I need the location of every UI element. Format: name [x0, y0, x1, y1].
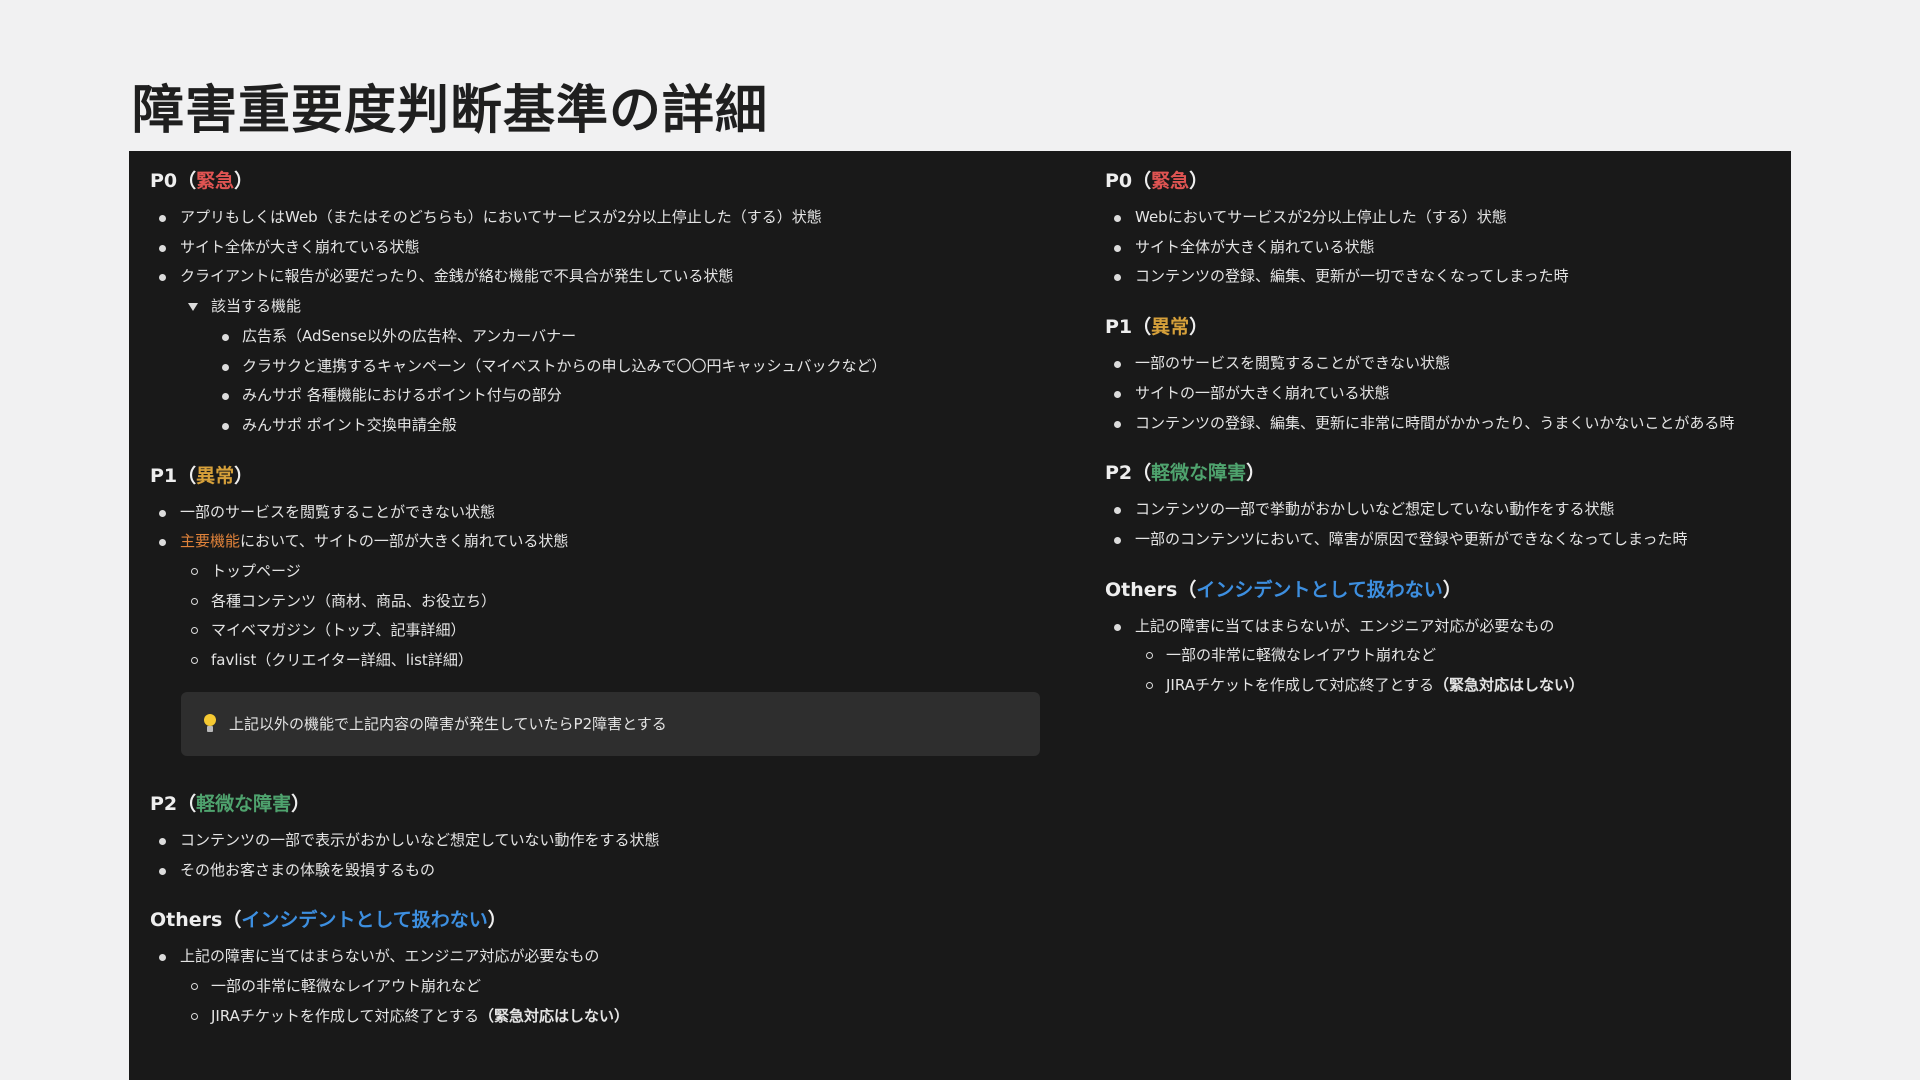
toggle-label: 該当する機能 — [211, 297, 302, 316]
left-p0-label: P0（ — [150, 170, 197, 192]
left-p2-label: P2（ — [150, 792, 197, 815]
right-column: P0（緊急） Webにおいてサービスが2分以上停止した（する）状態 サイト全体が… — [1105, 167, 1785, 722]
list-item: JIRAチケットを作成して対応終了とする（緊急対応はしない） — [1105, 671, 1785, 701]
right-others-list: 上記の障害に当てはまらないが、エンジニア対応が必要なもの 一部の非常に軽微なレイ… — [1105, 612, 1785, 701]
list-item: コンテンツの登録、編集、更新が一切できなくなってしまった時 — [1105, 262, 1785, 292]
right-p2-list: コンテンツの一部で挙動がおかしいなど想定していない動作をする状態 一部のコンテン… — [1105, 495, 1785, 554]
list-item: その他お客さまの体験を毀損するもの — [150, 856, 1080, 886]
right-others-heading: Others（インシデントとして扱わない） — [1105, 576, 1785, 604]
list-item: 上記の障害に当てはまらないが、エンジニア対応が必要なもの — [150, 942, 1080, 972]
left-p1-label: P1（ — [150, 464, 197, 487]
list-item: favlist（クリエイター詳細、list詳細） — [150, 646, 1080, 676]
page-title: 障害重要度判断基準の詳細 — [132, 81, 769, 141]
left-p2-list: コンテンツの一部で表示がおかしいなど想定していない動作をする状態 その他お客さま… — [150, 826, 1080, 885]
left-p1-heading: P1（異常） — [150, 462, 1080, 490]
bold-text: （緊急対応はしない） — [1434, 676, 1585, 695]
item-text: JIRAチケットを作成して対応終了とする — [211, 1006, 480, 1025]
left-others-close: ） — [487, 909, 507, 932]
list-item: 一部のサービスを閲覧することができない状態 — [150, 498, 1080, 528]
lightbulb-icon — [201, 713, 219, 735]
right-p0-list: Webにおいてサービスが2分以上停止した（する）状態 サイト全体が大きく崩れてい… — [1105, 203, 1785, 292]
highlight-text: 主要機能 — [180, 532, 241, 551]
callout-box: 上記以外の機能で上記内容の障害が発生していたらP2障害とする — [181, 691, 1040, 756]
right-others-close: ） — [1442, 578, 1462, 601]
left-others-label: Others（ — [150, 909, 242, 932]
list-item: JIRAチケットを作成して対応終了とする（緊急対応はしない） — [150, 1002, 1080, 1032]
right-p0-label: P0（ — [1105, 170, 1152, 192]
left-p0-section: P0（緊急） アプリもしくはWeb（またはそのどちらも）においてサービスが2分以… — [150, 167, 1080, 441]
right-others-section: Others（インシデントとして扱わない） 上記の障害に当てはまらないが、エンジ… — [1105, 576, 1785, 701]
list-item: サイト全体が大きく崩れている状態 — [1105, 233, 1785, 263]
left-p1-tag: 異常 — [196, 464, 235, 487]
toggle-features[interactable]: 該当する機能 — [150, 292, 1080, 322]
right-p1-heading: P1（異常） — [1105, 313, 1785, 341]
left-p1-list: 一部のサービスを閲覧することができない状態 主要機能において、サイトの一部が大き… — [150, 498, 1080, 676]
list-item: 一部の非常に軽微なレイアウト崩れなど — [150, 972, 1080, 1002]
left-others-list: 上記の障害に当てはまらないが、エンジニア対応が必要なもの 一部の非常に軽微なレイ… — [150, 942, 1080, 1031]
right-p0-heading: P0（緊急） — [1105, 167, 1785, 195]
list-item: クライアントに報告が必要だったり、金銭が絡む機能で不具合が発生している状態 — [150, 262, 1080, 292]
right-p1-close: ） — [1189, 316, 1209, 339]
list-item: みんサポ ポイント交換申請全般 — [150, 411, 1080, 441]
bold-text: （緊急対応はしない） — [479, 1006, 630, 1025]
left-others-heading: Others（インシデントとして扱わない） — [150, 906, 1080, 934]
list-item: みんサポ 各種機能におけるポイント付与の部分 — [150, 381, 1080, 411]
callout-text: 上記以外の機能で上記内容の障害が発生していたらP2障害とする — [229, 715, 667, 734]
left-others-section: Others（インシデントとして扱わない） 上記の障害に当てはまらないが、エンジ… — [150, 906, 1080, 1031]
right-others-tag: インシデントとして扱わない — [1196, 578, 1443, 601]
left-p1-close: ） — [234, 464, 254, 487]
content-panel: P0（緊急） アプリもしくはWeb（またはそのどちらも）においてサービスが2分以… — [129, 151, 1791, 1080]
left-p2-tag: 軽微な障害 — [196, 792, 292, 815]
right-p1-label: P1（ — [1105, 316, 1152, 339]
list-item: コンテンツの登録、編集、更新に非常に時間がかかったり、うまくいかないことがある時 — [1105, 409, 1785, 439]
list-item: サイトの一部が大きく崩れている状態 — [1105, 379, 1785, 409]
right-p0-close: ） — [1189, 170, 1209, 192]
list-item: 主要機能において、サイトの一部が大きく崩れている状態 — [150, 527, 1080, 557]
right-p2-close: ） — [1246, 462, 1266, 485]
left-p0-close: ） — [234, 170, 254, 192]
right-others-label: Others（ — [1105, 578, 1197, 601]
left-column: P0（緊急） アプリもしくはWeb（またはそのどちらも）においてサービスが2分以… — [150, 167, 1080, 1052]
right-p2-label: P2（ — [1105, 462, 1152, 485]
right-p0-tag: 緊急 — [1151, 170, 1190, 192]
list-item: 一部のコンテンツにおいて、障害が原因で登録や更新ができなくなってしまった時 — [1105, 525, 1785, 555]
item-text: JIRAチケットを作成して対応終了とする — [1166, 676, 1435, 695]
item-text: において、サイトの一部が大きく崩れている状態 — [240, 532, 569, 551]
list-item: 一部の非常に軽微なレイアウト崩れなど — [1105, 641, 1785, 671]
list-item: トップページ — [150, 557, 1080, 587]
list-item: コンテンツの一部で挙動がおかしいなど想定していない動作をする状態 — [1105, 495, 1785, 525]
list-item: マイベマガジン（トップ、記事詳細） — [150, 616, 1080, 646]
list-item: 一部のサービスを閲覧することができない状態 — [1105, 349, 1785, 379]
left-others-tag: インシデントとして扱わない — [241, 909, 488, 932]
right-p2-heading: P2（軽微な障害） — [1105, 459, 1785, 487]
list-item: Webにおいてサービスが2分以上停止した（する）状態 — [1105, 203, 1785, 233]
right-p2-section: P2（軽微な障害） コンテンツの一部で挙動がおかしいなど想定していない動作をする… — [1105, 459, 1785, 554]
list-item: アプリもしくはWeb（またはそのどちらも）においてサービスが2分以上停止した（す… — [150, 203, 1080, 233]
right-p1-list: 一部のサービスを閲覧することができない状態 サイトの一部が大きく崩れている状態 … — [1105, 349, 1785, 438]
left-p0-list: アプリもしくはWeb（またはそのどちらも）においてサービスが2分以上停止した（す… — [150, 203, 1080, 441]
left-p2-section: P2（軽微な障害） コンテンツの一部で表示がおかしいなど想定していない動作をする… — [150, 790, 1080, 885]
list-item: 上記の障害に当てはまらないが、エンジニア対応が必要なもの — [1105, 612, 1785, 642]
list-item: サイト全体が大きく崩れている状態 — [150, 233, 1080, 263]
left-p0-heading: P0（緊急） — [150, 167, 1080, 195]
right-p1-section: P1（異常） 一部のサービスを閲覧することができない状態 サイトの一部が大きく崩… — [1105, 313, 1785, 438]
right-p1-tag: 異常 — [1151, 316, 1190, 339]
left-p1-section: P1（異常） 一部のサービスを閲覧することができない状態 主要機能において、サイ… — [150, 462, 1080, 756]
list-item: クラサクと連携するキャンペーン（マイベストからの申し込みで〇〇円キャッシュバック… — [150, 352, 1080, 382]
list-item: コンテンツの一部で表示がおかしいなど想定していない動作をする状態 — [150, 826, 1080, 856]
triangle-down-icon[interactable] — [188, 303, 198, 312]
right-p2-tag: 軽微な障害 — [1151, 462, 1247, 485]
left-p0-tag: 緊急 — [196, 170, 235, 192]
right-p0-section: P0（緊急） Webにおいてサービスが2分以上停止した（する）状態 サイト全体が… — [1105, 167, 1785, 292]
left-p2-close: ） — [291, 792, 311, 815]
list-item: 広告系（AdSense以外の広告枠、アンカーバナー — [150, 322, 1080, 352]
list-item: 各種コンテンツ（商材、商品、お役立ち） — [150, 587, 1080, 617]
left-p2-heading: P2（軽微な障害） — [150, 790, 1080, 818]
